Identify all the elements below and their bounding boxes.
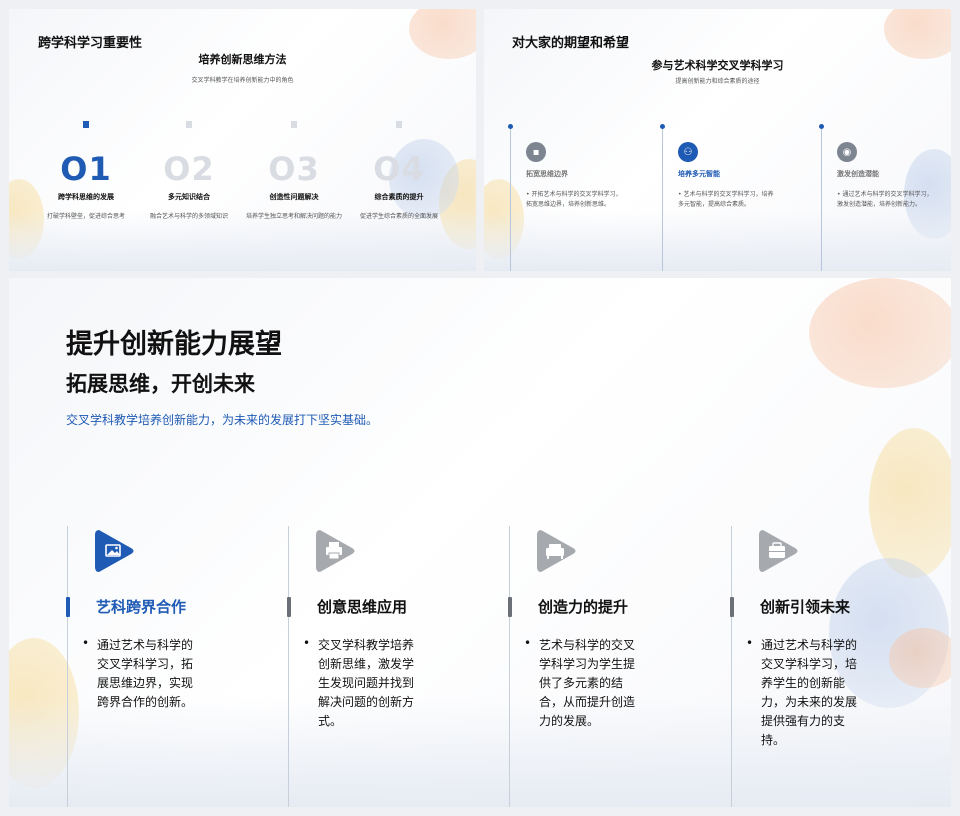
card-desc: 艺术与科学的交叉学科学习为学生提供了多元素的结合，从而提升创造力的发展。 bbox=[539, 638, 636, 728]
slide-2[interactable]: 对大家的期望和希望 参与艺术科学交叉学科学习 提高创新能力和综合素质的途径 ▪ … bbox=[484, 9, 951, 271]
item-desc: 培养学生独立思考和解决问题的能力 bbox=[245, 213, 342, 220]
chat-icon: ▪ bbox=[526, 142, 546, 162]
slide-title: 提升创新能力展望 bbox=[66, 329, 282, 360]
timeline-line bbox=[510, 127, 511, 271]
item-number: O1 bbox=[60, 150, 112, 188]
floor-decoration bbox=[484, 211, 951, 271]
briefcase-icon bbox=[759, 530, 798, 572]
item-desc: 融合艺术与科学的多领域知识 bbox=[149, 213, 228, 220]
outlook-card-4[interactable]: 创新引领未来 • 通过艺术与科学的交叉学科学习，培养学生的创新能力，为未来的发展… bbox=[730, 526, 931, 807]
item-number: O2 bbox=[163, 150, 215, 188]
item-03[interactable]: O3 创造性问题解决 培养学生独立思考和解决问题的能力 bbox=[239, 121, 349, 220]
card-heading: 创意思维应用 bbox=[317, 598, 408, 616]
slide-subtitle: 拓展思维，开创未来 bbox=[66, 372, 255, 396]
outlook-card-3[interactable]: 创造力的提升 • 艺术与科学的交叉学科学习为学生提供了多元素的结合，从而提升创造… bbox=[508, 526, 709, 807]
timeline-dot bbox=[819, 124, 824, 129]
divider-line bbox=[288, 526, 289, 807]
timeline-dot bbox=[508, 124, 513, 129]
divider-line bbox=[509, 526, 510, 807]
item-heading: 激发创造潜能 bbox=[837, 170, 879, 178]
item-desc: • 艺术与科学的交叉学科学习，培养多元智能，提高综合素质。 bbox=[678, 191, 774, 208]
divider-line bbox=[67, 526, 68, 807]
item-marker bbox=[186, 121, 192, 128]
slide-caption: 提高创新能力和综合素质的途径 bbox=[675, 78, 760, 85]
floor-decoration bbox=[9, 211, 476, 271]
card-desc: 交叉学科教学培养创新思维，激发学生发现问题并找到解决问题的创新方式。 bbox=[318, 638, 415, 728]
card-desc: 通过艺术与科学的交叉学科学习，培养学生的创新能力，为未来的发展提供强有力的支持。 bbox=[761, 638, 858, 747]
item-desc: 促进学生综合素质的全面发展 bbox=[359, 213, 438, 220]
slide-1[interactable]: 跨学科学习重要性 培养创新思维方法 交叉学科教学在培养创新能力中的角色 O1 跨… bbox=[9, 9, 476, 271]
item-desc: • 通过艺术与科学的交叉学科学习，激发创造潜能，培养创新能力。 bbox=[837, 191, 933, 208]
slide-subtitle: 培养创新思维方法 bbox=[198, 53, 287, 66]
item-04[interactable]: O4 综合素质的提升 促进学生综合素质的全面发展 bbox=[344, 121, 454, 220]
leaf-decoration bbox=[809, 278, 951, 388]
network-icon: ⚇ bbox=[678, 142, 698, 162]
bullet: • bbox=[746, 636, 754, 650]
divider-line bbox=[731, 526, 732, 807]
card-desc: 通过艺术与科学的交叉学科学习，拓展思维边界，实现跨界合作的创新。 bbox=[97, 638, 194, 709]
item-02[interactable]: O2 多元知识结合 融合艺术与科学的多领域知识 bbox=[134, 121, 244, 220]
timeline-line bbox=[821, 127, 822, 271]
card-heading: 艺科跨界合作 bbox=[96, 598, 187, 616]
outlook-card-2[interactable]: 创意思维应用 • 交叉学科教学培养创新思维，激发学生发现问题并找到解决问题的创新… bbox=[287, 526, 488, 807]
slide-caption: 交叉学科教学在培养创新能力中的角色 bbox=[191, 77, 294, 84]
item-heading: 培养多元智能 bbox=[678, 170, 720, 178]
bullet: • bbox=[82, 636, 90, 650]
item-heading: 跨学科思维的发展 bbox=[58, 193, 114, 201]
printer-icon bbox=[316, 530, 355, 572]
item-desc: 打破学科壁垒，促进综合思考 bbox=[46, 213, 125, 220]
slide-subtitle: 参与艺术科学交叉学科学习 bbox=[651, 59, 784, 72]
item-marker bbox=[83, 121, 89, 128]
target-icon: ◉ bbox=[837, 142, 857, 162]
item-01[interactable]: O1 跨学科思维的发展 打破学科壁垒，促进综合思考 bbox=[31, 121, 141, 220]
image-icon bbox=[95, 530, 134, 572]
card-heading: 创造力的提升 bbox=[538, 598, 629, 616]
heading-bar bbox=[287, 597, 291, 617]
item-marker bbox=[291, 121, 297, 128]
item-number: O3 bbox=[268, 150, 320, 188]
leaf-decoration bbox=[884, 9, 951, 59]
item-heading: 拓宽思维边界 bbox=[526, 170, 568, 178]
timeline-line bbox=[662, 127, 663, 271]
slide-description: 交叉学科教学培养创新能力，为未来的发展打下坚实基础。 bbox=[66, 413, 379, 427]
bullet: • bbox=[303, 636, 311, 650]
sofa-icon bbox=[537, 530, 576, 572]
heading-bar bbox=[66, 597, 70, 617]
item-heading: 创造性问题解决 bbox=[269, 193, 319, 201]
item-heading: 多元知识结合 bbox=[168, 193, 210, 201]
card-heading: 创新引领未来 bbox=[760, 598, 851, 616]
heading-bar bbox=[508, 597, 512, 617]
outlook-card-1[interactable]: 艺科跨界合作 • 通过艺术与科学的交叉学科学习，拓展思维边界，实现跨界合作的创新… bbox=[66, 526, 267, 807]
slide-title: 对大家的期望和希望 bbox=[512, 36, 630, 51]
item-desc: • 开拓艺术与科学的交叉学科学习，拓宽思维边界，培养创新思维。 bbox=[526, 191, 622, 208]
item-heading: 综合素质的提升 bbox=[374, 193, 424, 201]
timeline-dot bbox=[660, 124, 665, 129]
item-number: O4 bbox=[373, 150, 425, 188]
leaf-decoration bbox=[409, 9, 476, 59]
bullet: • bbox=[524, 636, 532, 650]
heading-bar bbox=[730, 597, 734, 617]
slide-3[interactable]: 提升创新能力展望 拓展思维，开创未来 交叉学科教学培养创新能力，为未来的发展打下… bbox=[9, 278, 951, 807]
item-marker bbox=[396, 121, 402, 128]
slide-title: 跨学科学习重要性 bbox=[38, 36, 143, 51]
